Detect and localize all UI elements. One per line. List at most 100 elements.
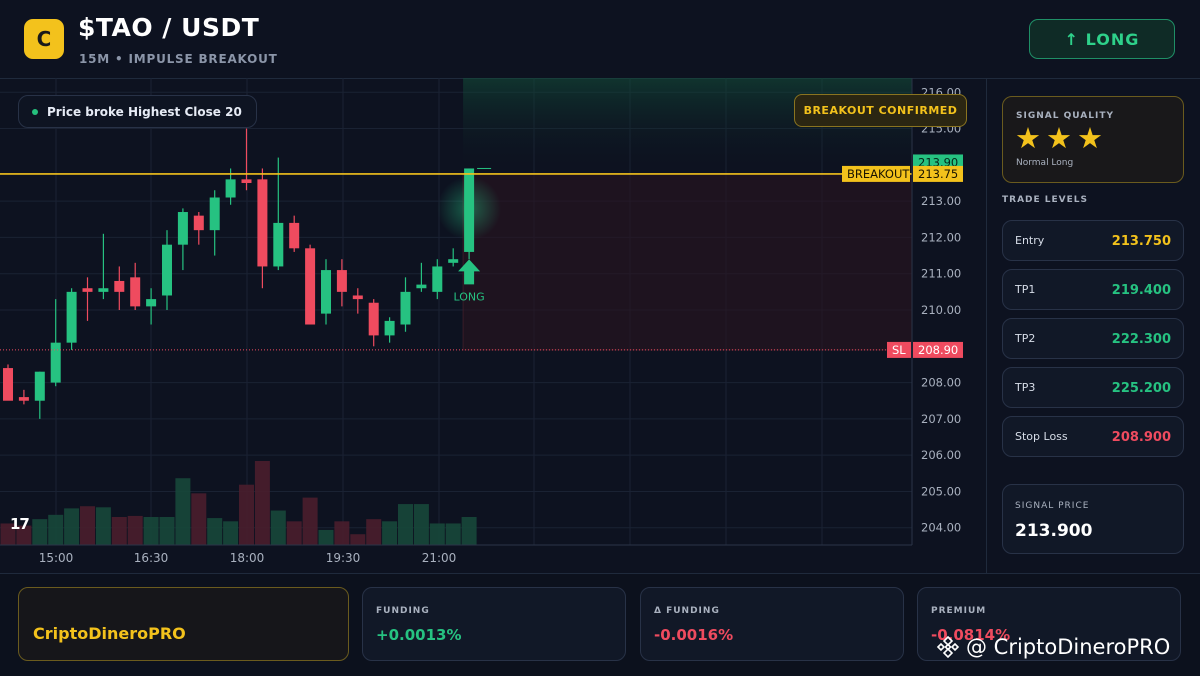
volume-bar (318, 529, 334, 545)
breakout-name-tag: BREAKOUT (847, 167, 910, 181)
signal-quality-caption: Normal Long (1016, 158, 1074, 168)
trade-level-name: TP1 (1015, 283, 1036, 296)
delta-funding-label: Δ FUNDING (654, 606, 720, 616)
candle-body (336, 270, 347, 292)
candle-body (305, 248, 316, 325)
candle-body (146, 299, 157, 307)
risk-zone (462, 173, 913, 351)
y-tick-label: 210.00 (921, 303, 961, 317)
volume-bar (64, 508, 80, 545)
volume-bar (286, 521, 302, 545)
star-icon: ★ (1046, 121, 1072, 155)
brand-card[interactable]: CriptoDineroPRO (18, 587, 349, 661)
y-tick-label: 211.00 (921, 267, 961, 281)
volume-bar (32, 519, 48, 545)
volume-bar (143, 517, 159, 545)
y-tick-label: 205.00 (921, 484, 961, 498)
app-logo: C (24, 19, 64, 59)
volume-bar (413, 504, 429, 545)
candle-body (257, 179, 268, 267)
trade-level-stop-loss[interactable]: Stop Loss 208.900 (1002, 416, 1184, 457)
star-icon: ★ (1077, 121, 1103, 155)
trade-level-value: 213.750 (1111, 234, 1171, 249)
breakout-info-text: Price broke Highest Close 20 (47, 104, 242, 119)
tradingview-logo: 17 (10, 515, 30, 533)
candle-body (98, 288, 109, 292)
price-chart[interactable]: LONG 216.00 215.00 213.00 212.00 211.00 210.00… (0, 78, 985, 573)
brand-name: CriptoDineroPRO (33, 624, 186, 643)
candle-body (225, 179, 236, 198)
volume-bar (366, 519, 382, 545)
candle-body (368, 302, 379, 336)
trade-level-value: 219.400 (1111, 283, 1171, 298)
volume-bar (334, 521, 350, 545)
candle-body (130, 277, 141, 307)
volume-bar (111, 517, 127, 545)
y-tick-label: 212.00 (921, 230, 961, 244)
trade-level-value: 225.200 (1111, 381, 1171, 396)
candle-body (209, 197, 220, 231)
signal-quality-label: SIGNAL QUALITY (1016, 111, 1114, 121)
candle-body (34, 371, 45, 401)
trade-level-tp3[interactable]: TP3 225.200 (1002, 367, 1184, 408)
volume-bar (95, 507, 111, 545)
status-dot-icon (32, 109, 38, 115)
volume-bar (302, 497, 318, 545)
candle-body (384, 320, 395, 336)
signal-price-card: SIGNAL PRICE 213.900 (1002, 484, 1184, 554)
long-signal-label: LONG (454, 290, 485, 303)
long-button[interactable]: ↑ LONG (1029, 19, 1175, 59)
x-tick-label: 16:30 (134, 551, 169, 565)
x-tick-label: 21:00 (422, 551, 457, 565)
volume-bar (159, 517, 175, 545)
breakout-info-pill: Price broke Highest Close 20 (18, 95, 257, 128)
trade-level-tp1[interactable]: TP1 219.400 (1002, 269, 1184, 310)
candle-body (162, 244, 172, 296)
candle-body (416, 284, 427, 289)
trade-level-name: Entry (1015, 234, 1045, 247)
signal-quality-card: SIGNAL QUALITY ★ ★ ★ Normal Long (1002, 96, 1184, 183)
x-tick-label: 18:00 (230, 551, 265, 565)
delta-funding-card: Δ FUNDING -0.0016% (640, 587, 904, 661)
candle-body (18, 397, 29, 401)
candle-body (352, 295, 363, 300)
candlestick-chart-svg: LONG216.00215.00213.00212.00211.00210.00… (0, 78, 963, 565)
trade-level-name: TP3 (1015, 381, 1036, 394)
candle-body (289, 222, 300, 249)
trade-level-tp2[interactable]: TP2 222.300 (1002, 318, 1184, 359)
candle-body (66, 291, 77, 343)
signal-price-value: 213.900 (1015, 521, 1093, 541)
volume-bar (223, 521, 239, 545)
funding-label: FUNDING (376, 606, 430, 616)
signal-price-label: SIGNAL PRICE (1015, 501, 1090, 511)
volume-bar (350, 534, 366, 545)
volume-bar (382, 521, 398, 545)
volume-bar (398, 504, 413, 545)
volume-bar (207, 518, 223, 545)
watermark-text: @ CriptoDineroPRO (966, 635, 1171, 659)
candle-body (241, 179, 252, 183)
volume-bar (254, 461, 270, 545)
trade-level-entry[interactable]: Entry 213.750 (1002, 220, 1184, 261)
candle-body (82, 288, 93, 292)
candle-body (464, 168, 475, 252)
candle-body (400, 291, 411, 325)
binance-logo-icon (936, 635, 960, 659)
volume-bar (80, 506, 95, 545)
pair-title: $TAO / USDT (78, 13, 260, 42)
volume-bar (175, 478, 191, 545)
volume-bar (48, 514, 64, 545)
breakout-price-tag: 213.75 (918, 167, 958, 181)
trade-level-value: 222.300 (1111, 332, 1171, 347)
volume-bar (445, 523, 461, 545)
candle-body (321, 270, 331, 314)
breakout-confirmed-badge: BREAKOUT CONFIRMED (794, 94, 967, 127)
stop-loss-name-tag: SL (892, 343, 906, 357)
y-tick-label: 206.00 (921, 448, 961, 462)
candle-body (448, 259, 459, 263)
x-tick-label: 15:00 (39, 551, 74, 565)
volume-bar (270, 510, 286, 545)
watermark: @ CriptoDineroPRO (936, 635, 1170, 659)
volume-bar (191, 493, 207, 545)
volume-bar (429, 523, 445, 545)
